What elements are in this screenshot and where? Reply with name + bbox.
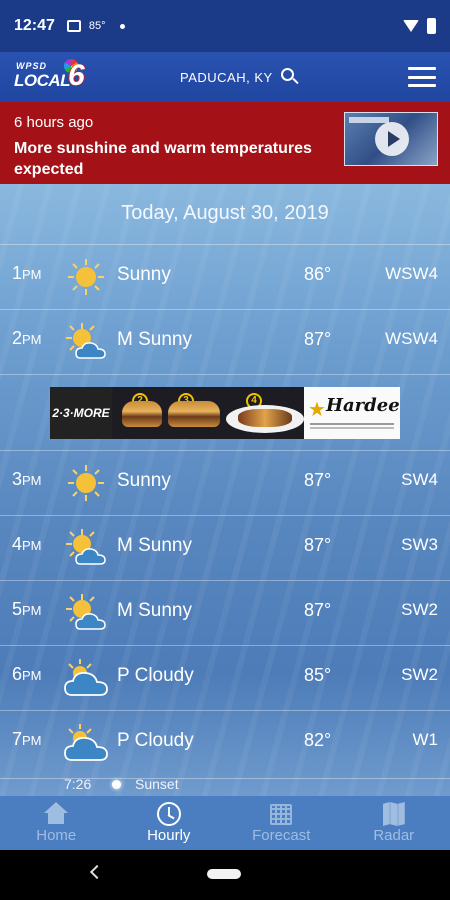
sunset-label: Sunset: [135, 776, 179, 792]
wifi-icon: [403, 20, 419, 32]
advertisement-banner[interactable]: 2·3·MORE 2 3 4 ★ Hardee's: [50, 387, 400, 439]
wind-value: SW4: [401, 470, 438, 489]
app-header: WPSD LOCAL 6 PADUCAH, KY: [0, 52, 450, 102]
hourly-row[interactable]: 7PM P Cloudy 82° W1: [0, 710, 450, 778]
station-logo[interactable]: WPSD LOCAL 6: [14, 59, 96, 95]
tab-forecast[interactable]: Forecast: [225, 796, 338, 850]
hourly-row[interactable]: 4PM M Sunny 87° SW3: [0, 515, 450, 580]
logo-number: 6: [68, 59, 85, 92]
condition-label: Sunny: [117, 470, 171, 491]
temperature-value: 87°: [304, 535, 332, 555]
burger-image: [122, 401, 162, 427]
hourly-row[interactable]: 3PM Sunny 87° SW4: [0, 450, 450, 515]
tab-label: Hourly: [147, 827, 191, 844]
home-icon: [43, 802, 69, 826]
hour-label: 1PM: [12, 263, 42, 283]
hourly-row[interactable]: 2PM M Sunny 87° WSW4: [0, 309, 450, 374]
ad-fine-print: [310, 423, 394, 425]
condition-label: M Sunny: [117, 329, 192, 350]
ad-menu-label: 2·3·MORE: [50, 387, 112, 439]
hourly-row[interactable]: 1PM Sunny 86° WSW4: [0, 244, 450, 309]
sun-icon: [64, 257, 108, 297]
wind-value: SW3: [401, 535, 438, 554]
forecast-date: Today, August 30, 2019: [121, 202, 329, 224]
temperature-value: 85°: [304, 665, 332, 685]
mostly-sunny-icon: [64, 593, 108, 633]
hourly-row[interactable]: 5PM M Sunny 87° SW2: [0, 580, 450, 645]
home-pill-icon[interactable]: [207, 869, 241, 879]
tab-home[interactable]: Home: [0, 796, 113, 850]
logo-callsign: WPSD: [16, 61, 47, 71]
tab-radar[interactable]: Radar: [338, 796, 450, 850]
condition-label: P Cloudy: [117, 730, 194, 751]
hour-label: 7PM: [12, 729, 42, 749]
location-label[interactable]: PADUCAH, KY: [180, 70, 273, 85]
sunset-icon: [112, 780, 121, 789]
news-timestamp: 6 hours ago: [14, 114, 94, 131]
system-navigation-bar: [0, 850, 450, 900]
mostly-sunny-icon: [64, 528, 108, 568]
sunset-time: 7:26: [64, 776, 92, 792]
wind-value: SW2: [401, 665, 438, 684]
tab-label: Forecast: [252, 827, 311, 844]
mostly-sunny-icon: [64, 322, 108, 362]
hamburger-menu-icon[interactable]: [408, 67, 436, 87]
news-banner[interactable]: 6 hours ago More sunshine and warm tempe…: [0, 102, 450, 184]
ad-brand-name: Hardee's: [326, 395, 400, 416]
condition-label: Sunny: [117, 264, 171, 285]
hourly-row[interactable]: 6PM P Cloudy 85° SW2: [0, 645, 450, 710]
search-icon[interactable]: [280, 68, 299, 86]
star-logo-icon: ★: [308, 399, 326, 421]
ad-brand-panel: ★ Hardee's: [304, 387, 400, 439]
partly-cloudy-icon: [64, 723, 108, 763]
temperature-value: 87°: [304, 329, 332, 349]
thumbnail-caption-bar: [349, 117, 389, 123]
status-time: 12:47: [14, 17, 55, 34]
news-video-thumbnail[interactable]: [344, 112, 438, 166]
temperature-value: 82°: [304, 730, 332, 750]
logo-local: LOCAL: [14, 71, 71, 90]
sun-icon: [64, 463, 108, 503]
tab-label: Home: [36, 827, 77, 844]
gallery-icon: [66, 20, 81, 32]
condition-label: P Cloudy: [117, 665, 194, 686]
news-headline[interactable]: More sunshine and warm temperatures expe…: [14, 138, 330, 180]
bottom-navigation: Home Hourly Forecast Radar: [0, 796, 450, 850]
tab-label: Radar: [373, 827, 415, 844]
status-temperature: 85°: [88, 20, 106, 32]
hour-label: 2PM: [12, 328, 42, 348]
notification-dot-icon: [119, 23, 125, 29]
temperature-value: 87°: [304, 470, 332, 490]
tab-hourly[interactable]: Hourly: [113, 796, 226, 850]
calendar-icon: [268, 802, 294, 826]
sandwich-image: [168, 401, 220, 427]
hour-label: 6PM: [12, 664, 42, 684]
play-icon[interactable]: [375, 122, 409, 156]
hour-label: 4PM: [12, 534, 42, 554]
condition-label: M Sunny: [117, 535, 192, 556]
temperature-value: 87°: [304, 600, 332, 620]
temperature-value: 86°: [304, 264, 332, 284]
condition-label: M Sunny: [117, 600, 192, 621]
wind-value: W1: [412, 730, 439, 749]
status-bar: 12:47 85°: [0, 0, 450, 52]
battery-icon: [427, 18, 436, 34]
meal-plate-image: [226, 405, 304, 433]
hour-label: 5PM: [12, 599, 42, 619]
wind-value: WSW4: [385, 329, 438, 348]
row-divider: [0, 374, 450, 375]
partly-cloudy-icon: [64, 658, 108, 698]
back-icon[interactable]: [89, 864, 105, 880]
clock-icon: [156, 802, 182, 826]
hourly-forecast-panel: Today, August 30, 2019 1PM Sunny 86° WSW4 2P…: [0, 184, 450, 796]
hour-label: 3PM: [12, 469, 42, 489]
wind-value: SW2: [401, 600, 438, 619]
wind-value: WSW4: [385, 264, 438, 283]
map-icon: [381, 802, 407, 826]
